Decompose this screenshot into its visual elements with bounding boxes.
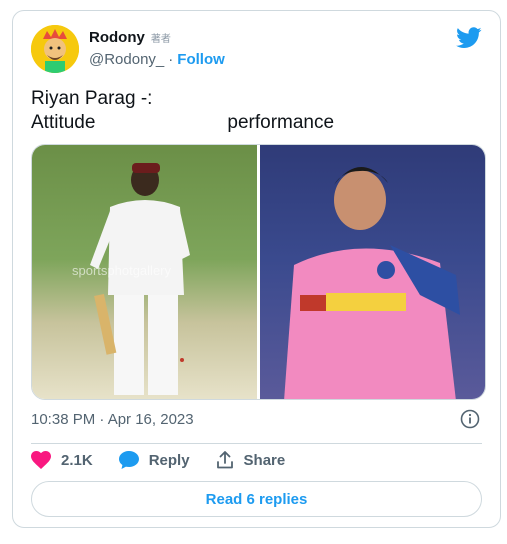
author-handle[interactable]: @Rodony_ [89, 51, 164, 68]
reply-action[interactable]: Reply [118, 451, 190, 469]
twitter-bird-icon[interactable] [456, 27, 482, 49]
handle-separator: · [168, 51, 174, 68]
share-label: Share [243, 451, 286, 469]
tweet-actions: 2.1K Reply Share [31, 451, 285, 469]
tweet-text: Riyan Parag -: Attitude performance [31, 87, 334, 135]
author-display-name[interactable]: Rodony [89, 29, 145, 46]
author-handle-row: @Rodony_ · Follow [89, 51, 225, 68]
heart-icon [31, 451, 51, 469]
follow-button[interactable]: Follow [177, 51, 225, 68]
share-icon [216, 451, 233, 469]
media-photo-cricketer-performance[interactable] [259, 145, 485, 399]
tweet-text-line2: Attitude performance [31, 112, 335, 133]
media-watermark: sportsphotgallery [72, 263, 171, 278]
author-name-row: Rodony 著者 [89, 29, 171, 46]
read-replies-button[interactable]: Read 6 replies [31, 481, 482, 517]
tweet-media[interactable]: sportsphotgallery [31, 144, 486, 400]
share-action[interactable]: Share [216, 451, 286, 469]
media-photo-cricketer-attitude[interactable]: sportsphotgallery [32, 145, 257, 399]
tweet-text-line1: Riyan Parag -: [31, 88, 153, 109]
tweet-timestamp[interactable]: 10:38 PM · Apr 16, 2023 [31, 411, 194, 428]
author-name-badge: 著者 [150, 34, 171, 45]
tweet-card[interactable]: Rodony 著者 @Rodony_ · Follow Riyan Parag … [12, 10, 501, 528]
info-icon[interactable] [460, 409, 480, 429]
avatar[interactable] [31, 25, 79, 73]
reply-bubble-icon [118, 451, 139, 469]
like-count: 2.1K [61, 451, 93, 469]
like-action[interactable]: 2.1K [31, 451, 93, 469]
reply-label: Reply [148, 451, 190, 469]
divider [31, 443, 482, 444]
